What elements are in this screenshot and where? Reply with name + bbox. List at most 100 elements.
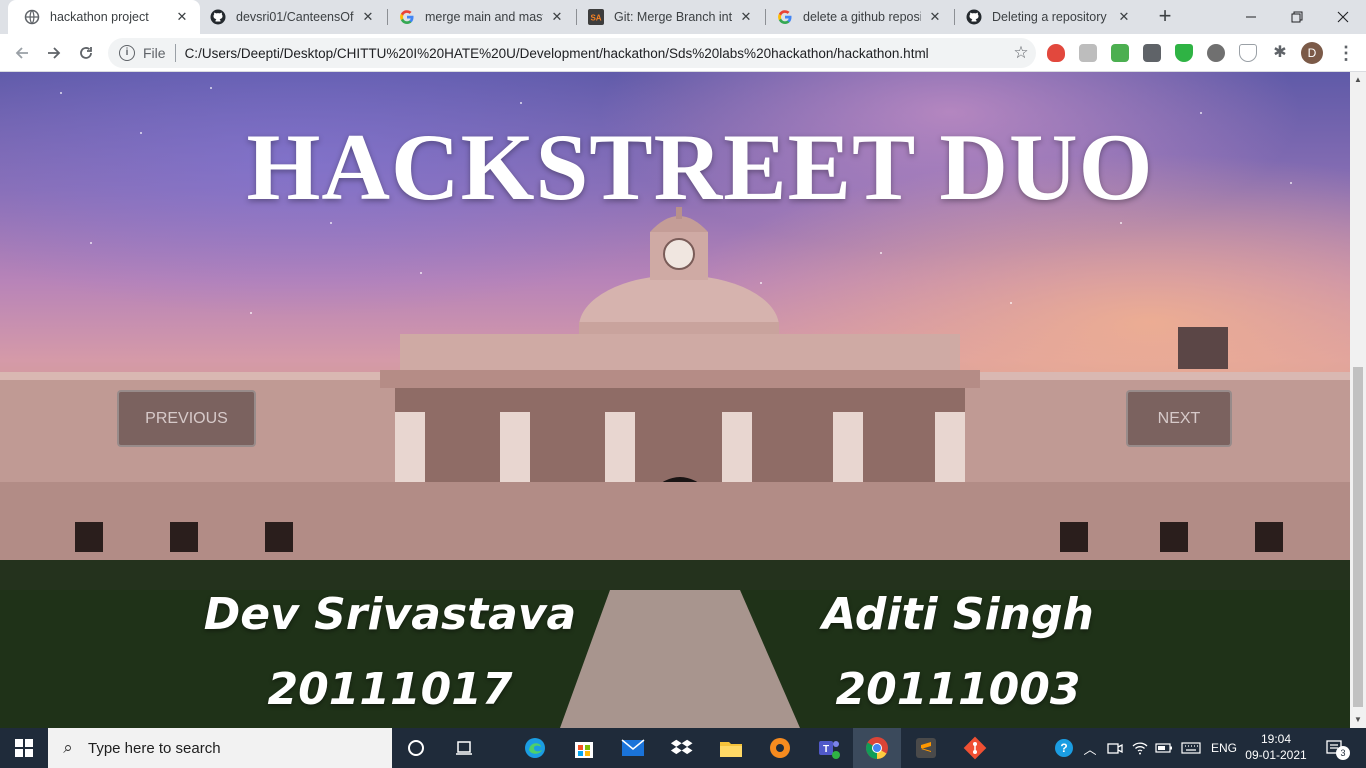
- minimize-button[interactable]: [1228, 0, 1274, 34]
- svg-text:SA: SA: [590, 14, 601, 23]
- close-tab-icon[interactable]: ✕: [1116, 9, 1132, 25]
- chevron-up-icon[interactable]: ︿: [1082, 728, 1098, 768]
- info-icon[interactable]: i: [119, 45, 135, 61]
- google-icon: [399, 9, 415, 25]
- stackabuse-icon: SA: [588, 9, 604, 25]
- restore-icon: [1291, 11, 1303, 23]
- reload-icon: [80, 47, 92, 59]
- restore-button[interactable]: [1274, 0, 1320, 34]
- previous-button[interactable]: PREVIOUS: [117, 390, 256, 447]
- forward-button[interactable]: [40, 39, 68, 67]
- mail-extension-icon[interactable]: [1111, 44, 1129, 62]
- puzzle-extensions-icon[interactable]: ✱: [1271, 44, 1289, 62]
- system-clock[interactable]: 19:04 09-01-2021: [1244, 731, 1308, 763]
- cortana-icon[interactable]: [402, 734, 430, 762]
- google-icon: [777, 9, 793, 25]
- tab-title: Deleting a repository - (: [992, 10, 1110, 24]
- close-tab-icon[interactable]: ✕: [927, 9, 943, 25]
- sublime-text-icon[interactable]: [912, 734, 940, 762]
- search-icon: ⌕: [63, 738, 73, 757]
- address-bar[interactable]: i File C:/Users/Deepti/Desktop/CHITTU%20…: [108, 38, 1036, 68]
- close-icon: [1337, 11, 1349, 23]
- arrow-right-icon: [48, 47, 61, 59]
- github-icon: [966, 9, 982, 25]
- scroll-up-icon[interactable]: ▲: [1350, 72, 1366, 88]
- svg-text:T: T: [823, 744, 829, 755]
- vertical-scrollbar[interactable]: ▲ ▼: [1350, 72, 1366, 728]
- notification-count-badge: 3: [1336, 746, 1350, 760]
- file-scheme-label: File: [143, 45, 166, 61]
- member-id: 20111003: [835, 664, 1081, 715]
- tab-delete-github-repo[interactable]: delete a github reposito ✕: [761, 0, 953, 34]
- tab-hackathon-project[interactable]: hackathon project ✕: [8, 0, 200, 34]
- more-menu-icon[interactable]: ⋮: [1336, 42, 1356, 64]
- tab-git-merge-branch[interactable]: SA Git: Merge Branch into ✕: [572, 0, 764, 34]
- member-id: 20111017: [267, 664, 513, 715]
- tab-title: merge main and maste: [425, 10, 543, 24]
- language-indicator[interactable]: ENG: [1210, 728, 1238, 768]
- scroll-down-icon[interactable]: ▼: [1350, 712, 1366, 728]
- tab-github-canteens[interactable]: devsri01/CanteensOfIIT ✕: [194, 0, 386, 34]
- page-title: HACKSTREET DUO: [246, 114, 1154, 220]
- tab-title: Git: Merge Branch into: [614, 10, 732, 24]
- battery-icon[interactable]: [1154, 728, 1174, 768]
- vpn-extension-icon[interactable]: [1207, 44, 1225, 62]
- shield-extension-icon[interactable]: [1175, 44, 1193, 62]
- taskbar-search-box[interactable]: ⌕ Type here to search: [48, 728, 392, 768]
- close-tab-icon[interactable]: ✕: [360, 9, 376, 25]
- close-window-button[interactable]: [1320, 0, 1366, 34]
- next-button[interactable]: NEXT: [1126, 390, 1232, 447]
- tab-title: delete a github reposito: [803, 10, 921, 24]
- chrome-icon[interactable]: [863, 734, 891, 762]
- windows-logo-icon: [15, 739, 33, 757]
- task-view-icon[interactable]: [450, 734, 478, 762]
- keyboard-icon[interactable]: [1179, 728, 1203, 768]
- tab-title: devsri01/CanteensOfIIT: [236, 10, 354, 24]
- ublock-extension-icon[interactable]: [1047, 44, 1065, 62]
- store-icon[interactable]: [570, 734, 598, 762]
- back-button[interactable]: [8, 39, 36, 67]
- settings-gear-icon[interactable]: [766, 734, 794, 762]
- scrollbar-thumb[interactable]: [1353, 367, 1363, 707]
- shield-outline-extension-icon[interactable]: [1239, 44, 1257, 62]
- bag-extension-icon[interactable]: [1079, 44, 1097, 62]
- file-explorer-icon[interactable]: [717, 734, 745, 762]
- facebook-extension-icon[interactable]: [1143, 44, 1161, 62]
- mail-icon[interactable]: [619, 734, 647, 762]
- profile-avatar[interactable]: D: [1301, 42, 1323, 64]
- clock-time: 19:04: [1260, 732, 1292, 746]
- close-tab-icon[interactable]: ✕: [549, 9, 565, 25]
- tab-strip: hackathon project ✕ devsri01/CanteensOfI…: [0, 0, 1366, 34]
- arrow-left-icon: [15, 47, 28, 59]
- tab-deleting-repository[interactable]: Deleting a repository - ( ✕: [950, 0, 1142, 34]
- page-viewport: HACKSTREET DUO PREVIOUS NEXT Dev Srivast…: [0, 72, 1350, 728]
- svg-text:?: ?: [1060, 741, 1067, 755]
- close-tab-icon[interactable]: ✕: [738, 9, 754, 25]
- member-name: Aditi Singh: [822, 589, 1094, 640]
- tab-merge-main[interactable]: merge main and maste ✕: [383, 0, 575, 34]
- url-text[interactable]: C:/Users/Deepti/Desktop/CHITTU%20I%20HAT…: [185, 46, 1006, 61]
- divider: [174, 44, 176, 62]
- bookmark-star-icon[interactable]: ☆: [1006, 43, 1036, 63]
- tab-title: hackathon project: [50, 10, 149, 24]
- new-tab-button[interactable]: +: [1152, 4, 1178, 30]
- clock-date: 09-01-2021: [1245, 748, 1307, 762]
- help-icon[interactable]: ?: [1052, 728, 1076, 768]
- git-icon[interactable]: [961, 734, 989, 762]
- wifi-icon[interactable]: [1130, 728, 1150, 768]
- browser-toolbar: i File C:/Users/Deepti/Desktop/CHITTU%20…: [0, 34, 1366, 72]
- windows-taskbar: ⌕ Type here to search T ? ︿ ENG 19:04 09…: [0, 728, 1366, 768]
- minimize-icon: [1246, 16, 1256, 18]
- member-name: Dev Srivastava: [203, 589, 577, 640]
- globe-icon: [24, 9, 40, 25]
- action-center-button[interactable]: 3: [1320, 728, 1350, 768]
- close-tab-icon[interactable]: ✕: [174, 9, 190, 25]
- teams-icon[interactable]: T: [815, 734, 843, 762]
- github-icon: [210, 9, 226, 25]
- search-placeholder: Type here to search: [88, 739, 221, 757]
- edge-icon[interactable]: [521, 734, 549, 762]
- start-button[interactable]: [0, 728, 48, 768]
- dropbox-icon[interactable]: [668, 734, 696, 762]
- reload-button[interactable]: [72, 39, 100, 67]
- meet-now-icon[interactable]: [1105, 728, 1125, 768]
